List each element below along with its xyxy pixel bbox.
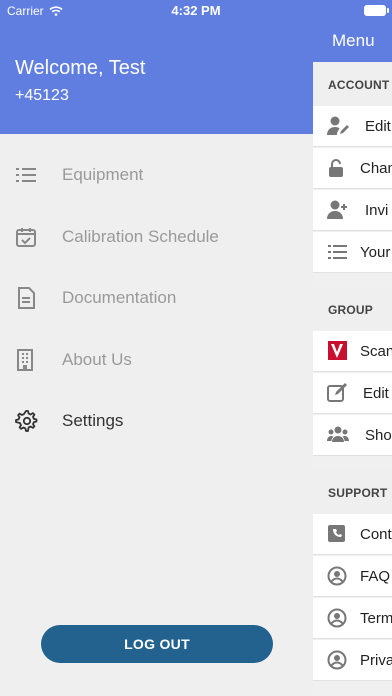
- user-phone: +45123: [15, 87, 69, 104]
- menu-row-invite[interactable]: Invi: [313, 190, 392, 231]
- document-icon: [18, 287, 35, 309]
- battery-icon: [364, 5, 389, 16]
- section-group-heading: GROUP: [313, 287, 392, 331]
- menu-row-your-list[interactable]: Your: [313, 232, 392, 273]
- building-icon: [17, 349, 33, 371]
- menu-row-scan[interactable]: Scan: [313, 331, 392, 372]
- logout-button[interactable]: LOG OUT: [41, 625, 273, 663]
- section-support-heading: SUPPORT: [313, 470, 392, 514]
- menu-row-faq[interactable]: FAQ: [313, 556, 392, 597]
- list-icon: [328, 245, 347, 259]
- user-circle-icon: [327, 608, 347, 628]
- side-drawer: Welcome, Test +45123 Equipment Calibrati…: [0, 0, 313, 696]
- status-bar: Carrier 4:32 PM: [0, 0, 392, 22]
- menu-title: Menu: [332, 31, 375, 50]
- menu-row-privacy[interactable]: Priva: [313, 640, 392, 681]
- phone-icon: [328, 525, 345, 542]
- section-account-heading: ACCOUNT: [313, 62, 392, 106]
- user-edit-icon: [327, 116, 349, 135]
- menu-row-terms[interactable]: Term: [313, 598, 392, 639]
- menu-row-change-password[interactable]: Chan: [313, 148, 392, 189]
- pencil-square-icon: [327, 383, 347, 402]
- users-icon: [327, 426, 349, 442]
- welcome-text: Welcome, Test: [15, 57, 146, 79]
- clock: 4:32 PM: [171, 3, 221, 18]
- user-circle-icon: [327, 650, 347, 670]
- drawer-item-documentation[interactable]: Documentation: [0, 278, 313, 318]
- list-icon: [16, 168, 36, 182]
- drawer-item-settings[interactable]: Settings: [0, 401, 313, 441]
- menu-row-show-members[interactable]: Sho: [313, 415, 392, 456]
- menu-row-edit-group[interactable]: Edit: [313, 373, 392, 414]
- menu-row-contact[interactable]: Cont: [313, 514, 392, 555]
- drawer-item-about-us[interactable]: About Us: [0, 340, 313, 380]
- user-plus-icon: [327, 200, 347, 219]
- menu-row-edit-profile[interactable]: Edit: [313, 106, 392, 147]
- drawer-item-calibration-schedule[interactable]: Calibration Schedule: [0, 217, 313, 257]
- gear-icon: [15, 410, 38, 432]
- unlock-icon: [329, 159, 343, 177]
- calendar-check-icon: [16, 228, 36, 247]
- v-logo-icon: [328, 341, 347, 360]
- drawer-item-equipment[interactable]: Equipment: [0, 155, 313, 195]
- user-circle-icon: [327, 566, 347, 586]
